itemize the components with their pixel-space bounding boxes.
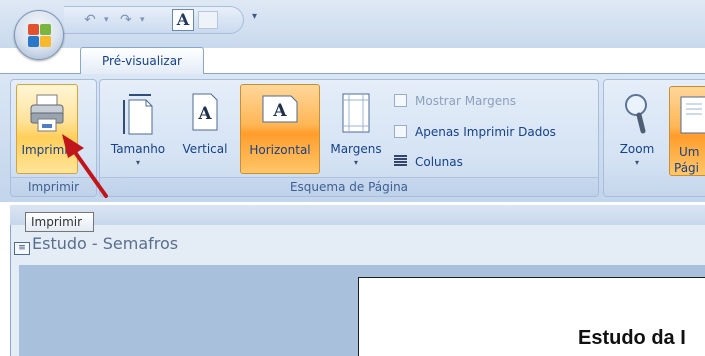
mostrar-margens-label: Mostrar Margens — [415, 94, 516, 108]
font-button[interactable]: A — [172, 9, 194, 31]
margins-icon — [342, 93, 370, 133]
undo-icon[interactable]: ↶ — [84, 10, 96, 30]
magnifier-icon — [625, 94, 647, 134]
preview-icon[interactable] — [198, 11, 218, 29]
uma-pagina-label-line2: Pági — [674, 161, 700, 175]
tamanho-dropdown-icon: ▾ — [135, 158, 140, 167]
undo-dropdown-icon[interactable]: ▾ — [104, 10, 109, 30]
uma-pagina-button[interactable]: Um Pági — [669, 86, 705, 176]
apenas-imprimir-dados-label: Apenas Imprimir Dados — [415, 125, 556, 139]
colunas-label: Colunas — [415, 155, 463, 169]
horizontal-button[interactable]: A Horizontal — [240, 84, 320, 174]
margens-button[interactable]: Margens ▾ — [324, 84, 388, 174]
tamanho-button[interactable]: Tamanho ▾ — [104, 84, 172, 174]
checkbox-icon — [394, 94, 407, 107]
margens-label: Margens — [330, 142, 382, 156]
group-label-imprimir: Imprimir — [11, 177, 96, 196]
document-title-text: Estudo - Semafros — [32, 234, 179, 253]
document-window-top — [10, 205, 705, 225]
report-icon: ≡ — [14, 242, 30, 255]
margens-dropdown-icon: ▾ — [353, 158, 358, 167]
zoom-label: Zoom — [619, 142, 655, 156]
office-button[interactable] — [14, 10, 64, 60]
checkbox-icon — [394, 125, 407, 138]
svg-text:A: A — [197, 104, 212, 124]
group-esquema-de-pagina: Tamanho ▾ A Vertical A Horizontal Margen… — [99, 79, 599, 197]
print-button[interactable]: Imprimir — [16, 84, 78, 174]
document-window-title: ≡ Estudo - Semafros — [14, 232, 178, 256]
print-tooltip: Imprimir — [25, 212, 94, 232]
ribbon: Imprimir Imprimir Tamanho ▾ A Vertical A… — [0, 73, 705, 202]
printer-icon — [30, 94, 64, 132]
print-button-label: Imprimir — [21, 143, 73, 157]
quick-access-toolbar: ↶ ▾ ↷ ▾ A — [64, 6, 244, 34]
office-logo-icon — [28, 24, 52, 48]
group-zoom: Zoom ▾ Um Pági — [603, 79, 705, 197]
zoom-dropdown-icon: ▾ — [634, 158, 639, 167]
colunas-button[interactable]: Colunas — [394, 153, 463, 171]
portrait-page-icon: A — [192, 93, 218, 131]
tab-pre-visualizar[interactable]: Pré-visualizar — [80, 47, 204, 74]
svg-text:A: A — [272, 101, 287, 121]
vertical-label: Vertical — [182, 142, 228, 156]
horizontal-label: Horizontal — [249, 143, 311, 157]
mostrar-margens-checkbox[interactable]: Mostrar Margens — [394, 92, 516, 110]
landscape-page-icon: A — [262, 95, 298, 123]
group-label-esquema: Esquema de Página — [100, 177, 598, 196]
columns-icon — [394, 155, 407, 167]
redo-icon[interactable]: ↷ — [120, 10, 132, 30]
customize-toolbar-icon[interactable]: ▾ — [252, 11, 257, 22]
vertical-button[interactable]: A Vertical — [174, 84, 236, 174]
group-imprimir: Imprimir Imprimir — [10, 79, 97, 197]
apenas-imprimir-dados-checkbox[interactable]: Apenas Imprimir Dados — [394, 123, 556, 141]
zoom-button[interactable]: Zoom ▾ — [610, 84, 664, 174]
page-size-icon — [123, 94, 153, 135]
tamanho-label: Tamanho — [110, 142, 166, 156]
single-page-icon — [680, 96, 705, 134]
page-heading: Estudo da I — [578, 327, 686, 349]
uma-pagina-label-line1: Um — [679, 145, 700, 159]
redo-dropdown-icon[interactable]: ▾ — [140, 10, 145, 30]
